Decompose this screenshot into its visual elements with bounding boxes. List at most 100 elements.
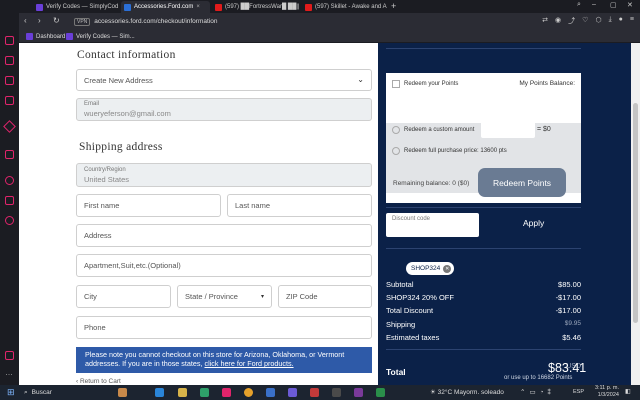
back-icon[interactable]: ‹ (24, 16, 27, 25)
search-tabs-icon[interactable]: ⌕ (577, 1, 581, 9)
last-name-field[interactable]: Last name (227, 194, 372, 217)
summary-row-total-discount: Total Discount -$17.00 (386, 306, 581, 315)
close-window-icon[interactable]: ✕ (627, 1, 633, 9)
tab-bar: Verify Codes — SimplyCod× Accessories.Fo… (0, 0, 640, 13)
redeem-checkbox[interactable] (392, 80, 400, 88)
reload-icon[interactable]: ↻ (53, 16, 60, 25)
city-field[interactable]: City (76, 285, 171, 308)
app2-icon[interactable] (354, 388, 363, 397)
widget-butterflies-icon[interactable] (118, 388, 127, 397)
minimize-icon[interactable]: – (592, 1, 596, 8)
address-field[interactable]: Address (76, 224, 372, 247)
edge-icon[interactable] (155, 388, 164, 397)
ford-products-link[interactable]: click here for Ford products. (204, 359, 293, 368)
scrollbar-thumb[interactable] (633, 103, 638, 323)
maximize-icon[interactable]: ▢ (610, 1, 617, 9)
system-tray-icons[interactable]: ⌃▭◔⁑ (520, 388, 555, 396)
row-value: -$17.00 (555, 306, 581, 315)
custom-amount-label: Redeem a custom amount (404, 127, 475, 133)
bookmark-dashboard[interactable]: Dashboard (26, 33, 65, 40)
close-icon[interactable]: × (196, 4, 200, 10)
camera-icon[interactable]: ◉ (555, 16, 561, 26)
divider (386, 207, 581, 208)
store-icon[interactable] (200, 388, 209, 397)
language-indicator[interactable]: ESP (573, 389, 584, 395)
url-field[interactable]: VPN accessories.ford.com/checkout/inform… (74, 16, 504, 27)
taskbar: ⊞ ⌕ Buscar ☀ 32°C Mayorm. soleado ⌃▭◔⁑ ES… (0, 385, 640, 400)
divider (386, 48, 581, 49)
sidebar-cube-icon[interactable] (5, 196, 14, 205)
app3-icon[interactable] (376, 388, 385, 397)
taskbar-search[interactable]: ⌕ Buscar (24, 387, 150, 398)
first-name-placeholder: First name (84, 201, 120, 210)
sidebar-messenger-icon[interactable] (5, 56, 14, 65)
country-field[interactable]: Country/Region United States (76, 163, 372, 187)
sidebar-home-icon[interactable] (5, 36, 14, 45)
media-icon[interactable] (310, 388, 319, 397)
remove-discount-icon[interactable]: ✕ (443, 264, 452, 273)
points-balance-label: My Points Balance: (519, 80, 575, 87)
sidebar-more-icon[interactable]: … (5, 368, 14, 377)
apply-button[interactable]: Apply (523, 218, 544, 228)
clock[interactable]: 3:11 p. m. 1/3/2024 (589, 385, 619, 398)
discount-code-input[interactable]: Discount code (386, 213, 479, 237)
return-to-cart-label: Return to Cart (79, 378, 121, 385)
download-icon[interactable]: ⤓ (609, 16, 612, 26)
state-select[interactable]: State / Province ▾ (177, 285, 272, 308)
terminal-icon[interactable] (332, 388, 341, 397)
apartment-placeholder: Apartment,Suit,etc.(Optional) (84, 261, 181, 270)
forward-icon[interactable]: › (38, 16, 41, 25)
tab-ford[interactable]: Accessories.Ford.com × (121, 1, 210, 13)
return-to-cart-link[interactable]: ‹ Return to Cart (76, 378, 121, 385)
tab-simplycodes[interactable]: Verify Codes — SimplyCod× (33, 1, 119, 13)
app-icon[interactable] (288, 388, 297, 397)
youtube-favicon-icon (305, 3, 312, 11)
chrome-icon[interactable] (244, 388, 253, 397)
dashboard-favicon-icon (26, 33, 33, 40)
email-field[interactable]: Email wueryeferson@gmail.com (76, 98, 372, 121)
phone-field[interactable]: Phone (76, 316, 372, 339)
email-value: wueryeferson@gmail.com (84, 109, 171, 118)
bookmark-icon[interactable]: ♡ (582, 16, 588, 26)
vpn-badge[interactable]: VPN (74, 17, 91, 26)
first-name-field[interactable]: First name (76, 194, 221, 217)
row-label: SHOP324 20% OFF (386, 293, 454, 302)
menu-icon[interactable]: ≡ (630, 16, 634, 26)
opera-icon[interactable] (222, 388, 231, 397)
profile-icon[interactable]: ● (619, 16, 623, 26)
sidebar-calendar-icon[interactable] (5, 96, 14, 105)
bookmark-verify-codes[interactable]: Verify Codes — Sim... (66, 33, 135, 40)
tab-youtube-1[interactable]: (597) ██FortressWar█ ██||× (212, 1, 300, 13)
notifications-icon[interactable]: ◧ (625, 388, 631, 395)
page-scrollbar[interactable] (631, 43, 640, 385)
sidebar-download-icon[interactable] (5, 216, 14, 225)
sidebar-player-icon[interactable] (5, 150, 14, 159)
custom-amount-radio[interactable] (392, 126, 400, 134)
full-price-radio[interactable] (392, 147, 400, 155)
weather[interactable]: ☀ 32°C Mayorm. soleado (430, 388, 504, 396)
share-icon[interactable]: ⤴ (568, 16, 575, 26)
search-label: Buscar (31, 389, 52, 396)
country-value: United States (84, 174, 130, 184)
sidebar-settings-icon[interactable] (5, 351, 14, 360)
windows-start-icon[interactable]: ⊞ (7, 387, 15, 398)
new-tab-button[interactable]: + (391, 1, 396, 11)
sidebar-instagram-icon[interactable] (5, 76, 14, 85)
file-explorer-icon[interactable] (178, 388, 187, 397)
custom-amount-input[interactable] (481, 115, 535, 138)
redeem-points-button[interactable]: Redeem Points (478, 168, 566, 197)
sidebar-history-icon[interactable] (5, 176, 14, 185)
mail-icon[interactable] (266, 388, 275, 397)
apartment-field[interactable]: Apartment,Suit,etc.(Optional) (76, 254, 372, 277)
sidebar-aria-icon[interactable] (3, 120, 16, 133)
address-select[interactable]: Create New Address ⌄ (76, 69, 372, 91)
translate-icon[interactable]: ⇄ (542, 16, 548, 26)
summary-row-shipping: Shipping $9.95 (386, 320, 581, 329)
tab-youtube-2[interactable]: (597) Skillet - Awake and A× (302, 1, 388, 13)
row-label: Total Discount (386, 306, 434, 315)
divider (386, 349, 581, 350)
address-placeholder: Address (84, 231, 112, 240)
extensions-icon[interactable]: ⬡ (595, 16, 601, 26)
zip-field[interactable]: ZIP Code (278, 285, 372, 308)
row-label: Subtotal (386, 280, 414, 289)
